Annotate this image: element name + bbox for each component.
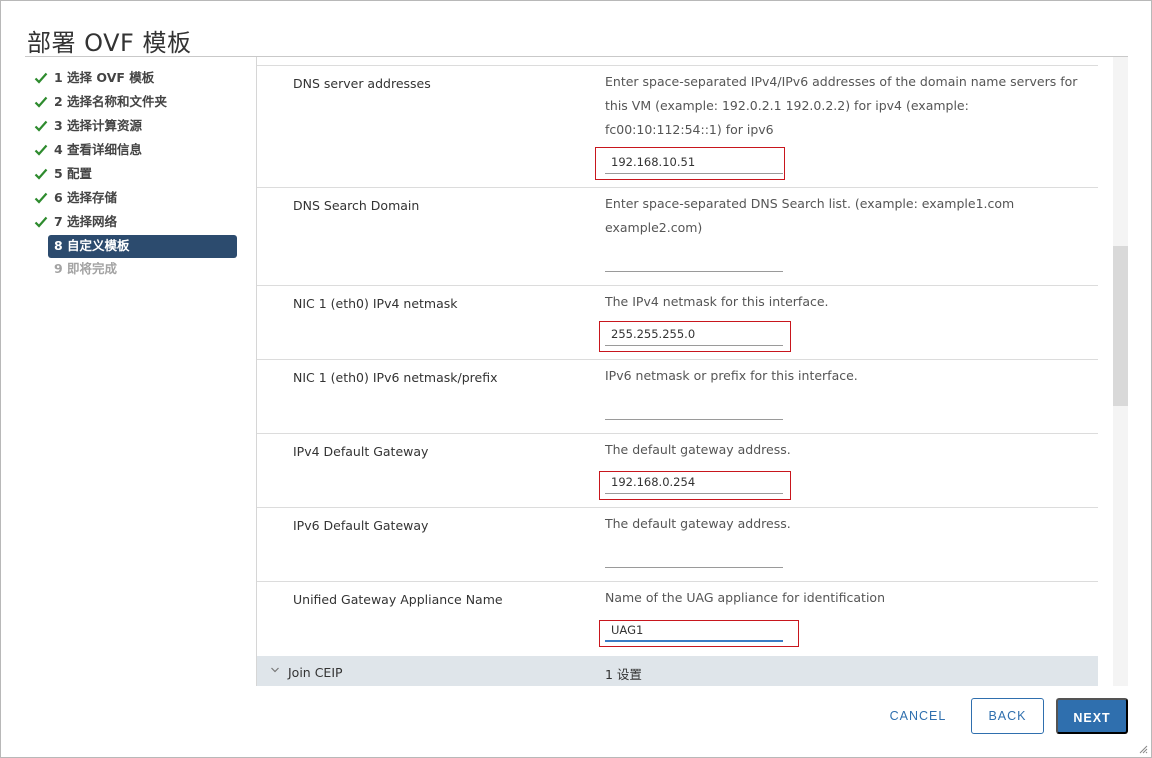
property-label: NIC 1 (eth0) IPv6 netmask/prefix [293, 370, 498, 385]
checkmark-icon [34, 120, 48, 132]
checkmark-icon [34, 192, 48, 204]
ipv6-netmask-input[interactable] [605, 398, 783, 420]
property-description: IPv6 netmask or prefix for this interfac… [605, 368, 858, 383]
customize-template-panel: DNS server addresses Enter space-separat… [256, 57, 1098, 686]
property-row-ipv6-netmask: NIC 1 (eth0) IPv6 netmask/prefix IPv6 ne… [257, 360, 1098, 434]
group-label: Join CEIP [288, 665, 343, 680]
property-label: NIC 1 (eth0) IPv4 netmask [293, 296, 458, 311]
highlight-box [599, 321, 791, 352]
property-row-dns-search: DNS Search Domain Enter space-separated … [257, 188, 1098, 286]
property-description: Enter space-separated IPv4/IPv6 addresse… [605, 74, 1078, 137]
checkmark-icon [34, 96, 48, 108]
chevron-down-icon[interactable] [270, 665, 280, 675]
property-label: IPv4 Default Gateway [293, 444, 429, 459]
property-label: Unified Gateway Appliance Name [293, 592, 503, 607]
ipv6-gateway-input[interactable] [605, 546, 783, 568]
checkmark-icon [34, 72, 48, 84]
checkmark-icon [34, 144, 48, 156]
resize-grip-icon[interactable] [1138, 744, 1148, 754]
dialog-title: 部署 OVF 模板 [27, 29, 192, 57]
dns-search-input[interactable] [605, 250, 783, 272]
property-description: Name of the UAG appliance for identifica… [605, 590, 885, 605]
step-label: 9 即将完成 [54, 261, 118, 276]
highlight-box [599, 620, 799, 647]
property-description: The IPv4 netmask for this interface. [605, 294, 829, 309]
property-label: IPv6 Default Gateway [293, 518, 429, 533]
next-button[interactable]: NEXT [1056, 698, 1128, 734]
step-label: 5 配置 [54, 166, 93, 181]
cancel-button[interactable]: CANCEL [881, 698, 955, 734]
property-row-ipv6-gateway: IPv6 Default Gateway The default gateway… [257, 508, 1098, 582]
group-join-ceip[interactable]: Join CEIP 1 设置 [257, 656, 1098, 686]
step-select-ovf[interactable]: 1 选择 OVF 模板 [34, 67, 238, 91]
scrollbar-thumb[interactable] [1113, 246, 1128, 406]
checkmark-icon [34, 216, 48, 228]
group-settings-count: 1 设置 [605, 667, 642, 682]
step-label: 8 自定义模板 [54, 238, 130, 253]
property-description: The default gateway address. [605, 442, 791, 457]
step-ready-to-complete: 9 即将完成 [48, 258, 238, 282]
step-label: 7 选择网络 [54, 214, 118, 229]
step-select-network[interactable]: 7 选择网络 [34, 211, 238, 235]
deploy-ovf-dialog: 部署 OVF 模板 1 选择 OVF 模板 2 选择名称和文件夹 3 选择计算资… [0, 0, 1152, 758]
property-label: DNS server addresses [293, 76, 431, 91]
step-select-compute[interactable]: 3 选择计算资源 [34, 115, 238, 139]
step-label: 4 查看详细信息 [54, 142, 143, 157]
step-configuration[interactable]: 5 配置 [34, 163, 238, 187]
highlight-box [595, 147, 785, 180]
back-button[interactable]: BACK [971, 698, 1044, 734]
step-review-details[interactable]: 4 查看详细信息 [34, 139, 238, 163]
step-select-name-folder[interactable]: 2 选择名称和文件夹 [34, 91, 238, 115]
property-description: Enter space-separated DNS Search list. (… [605, 196, 1015, 235]
step-label: 6 选择存储 [54, 190, 118, 205]
step-label: 2 选择名称和文件夹 [54, 94, 168, 109]
property-description: The default gateway address. [605, 516, 791, 531]
step-label: 3 选择计算资源 [54, 118, 143, 133]
step-select-storage[interactable]: 6 选择存储 [34, 187, 238, 211]
highlight-box [599, 471, 791, 500]
wizard-steps: 1 选择 OVF 模板 2 选择名称和文件夹 3 选择计算资源 4 查看详细信息… [34, 67, 238, 282]
step-customize-template[interactable]: 8 自定义模板 [48, 235, 237, 258]
checkmark-icon [34, 168, 48, 180]
dialog-footer: CANCEL BACK NEXT [1, 687, 1152, 758]
step-label: 1 选择 OVF 模板 [54, 70, 155, 85]
property-label: DNS Search Domain [293, 198, 420, 213]
